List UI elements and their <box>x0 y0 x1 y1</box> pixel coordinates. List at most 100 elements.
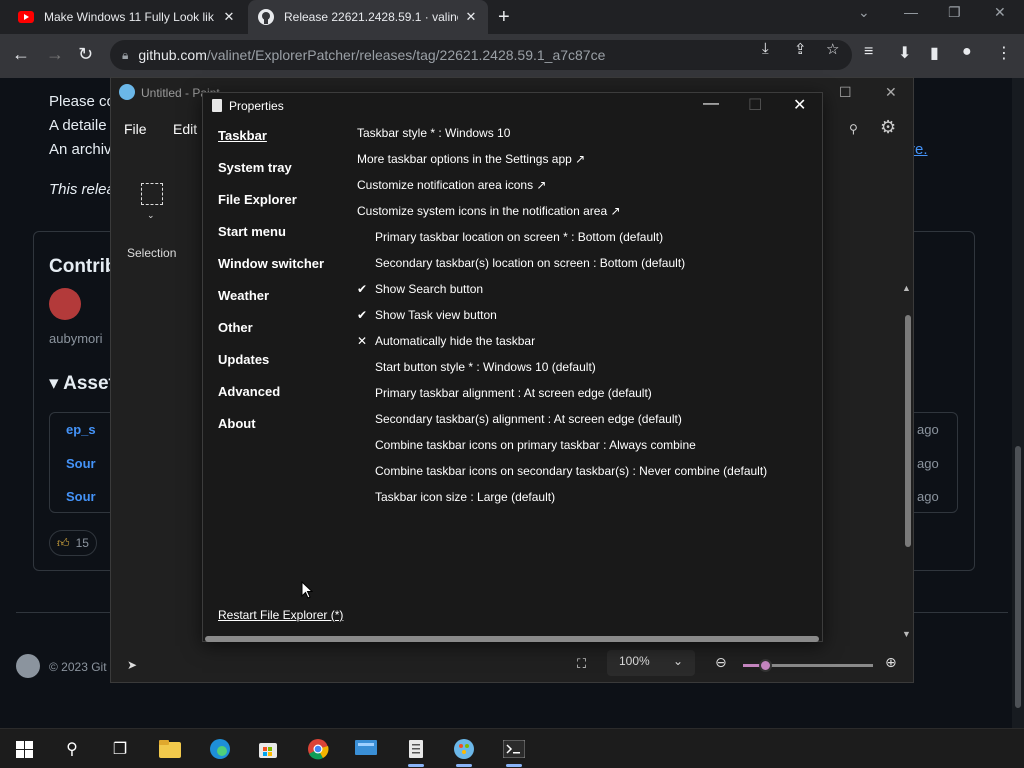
edge-browser-icon[interactable] <box>208 737 232 761</box>
option-combine-primary[interactable]: Combine taskbar icons on primary taskbar… <box>357 438 767 464</box>
selection-icon[interactable] <box>141 183 163 205</box>
restore-icon[interactable]: ❐ <box>948 4 961 21</box>
scroll-down-icon[interactable]: ▼ <box>902 629 911 639</box>
scrollbar-thumb[interactable] <box>905 315 911 547</box>
slider-knob[interactable] <box>759 659 772 672</box>
search-icon[interactable]: ⚲ <box>60 737 84 761</box>
sidebar-item-updates[interactable]: Updates <box>218 353 324 385</box>
option-notification-icons-link[interactable]: Customize notification area icons ↗ <box>357 178 767 204</box>
option-primary-alignment[interactable]: Primary taskbar alignment : At screen ed… <box>357 386 767 412</box>
zoom-level: 100% <box>619 654 650 668</box>
bookmark-star-icon[interactable]: ☆ <box>826 40 839 58</box>
zoom-slider[interactable] <box>743 659 873 672</box>
zoom-out-icon[interactable]: ⊖ <box>715 654 727 671</box>
new-tab-button[interactable]: + <box>498 6 510 29</box>
task-view-icon[interactable]: ❐ <box>108 737 132 761</box>
close-window-icon[interactable]: ✕ <box>994 4 1006 21</box>
terminal-icon[interactable] <box>502 737 526 767</box>
profile-icon[interactable]: ● <box>962 43 972 61</box>
paint-app-icon <box>119 84 135 100</box>
tab-close-icon[interactable]: ✕ <box>464 9 478 25</box>
sidebar-item-other[interactable]: Other <box>218 321 324 353</box>
account-icon[interactable]: ⚲ <box>849 122 858 136</box>
option-taskbar-style[interactable]: Taskbar style * : Windows 10 <box>357 126 767 152</box>
tab-github[interactable]: Release 22621.2428.59.1 · valine ✕ <box>248 0 488 34</box>
chevron-down-icon[interactable]: ⌄ <box>147 210 155 221</box>
github-icon <box>258 9 274 25</box>
sidebar-item-taskbar[interactable]: Taskbar <box>218 129 324 161</box>
maximize-icon[interactable]: ☐ <box>839 84 852 101</box>
option-secondary-alignment[interactable]: Secondary taskbar(s) alignment : At scre… <box>357 412 767 438</box>
back-arrow-icon[interactable]: ← <box>12 44 30 65</box>
contributor-name[interactable]: aubymori <box>49 331 102 346</box>
store-icon[interactable] <box>256 737 280 761</box>
option-label: Secondary taskbar(s) alignment : At scre… <box>375 412 682 426</box>
side-panel-icon[interactable]: ▮ <box>930 43 939 63</box>
asset-link[interactable]: Sour <box>66 456 96 471</box>
option-show-search[interactable]: ✔ Show Search button <box>357 282 767 308</box>
downloads-icon[interactable]: ⬇ <box>898 43 911 63</box>
tab-close-icon[interactable]: ✕ <box>222 9 236 25</box>
maximize-icon[interactable]: ☐ <box>748 95 762 115</box>
release-text-line: This relea <box>49 181 115 198</box>
option-combine-secondary[interactable]: Combine taskbar icons on secondary taskb… <box>357 464 767 490</box>
gear-icon[interactable]: ⚙ <box>880 117 896 138</box>
media-control-icon[interactable]: ≡ <box>864 43 873 61</box>
chevron-down-icon[interactable]: ⌄ <box>673 654 683 668</box>
option-label: Combine taskbar icons on secondary taskb… <box>375 464 768 478</box>
page-scrollbar[interactable] <box>1012 78 1024 728</box>
forward-arrow-icon[interactable]: → <box>46 44 64 65</box>
option-show-task-view[interactable]: ✔ Show Task view button <box>357 308 767 334</box>
assets-heading[interactable]: ▾ Asset <box>49 372 115 395</box>
asset-link[interactable]: ep_s <box>66 422 96 437</box>
sidebar-item-file-explorer[interactable]: File Explorer <box>218 193 324 225</box>
kebab-menu-icon[interactable]: ⋮ <box>996 43 1012 63</box>
option-auto-hide[interactable]: ✕ Automatically hide the taskbar <box>357 334 767 360</box>
option-settings-link[interactable]: More taskbar options in the Settings app… <box>357 152 767 178</box>
edit-menu[interactable]: Edit <box>173 121 197 137</box>
contributors-heading: Contrib <box>49 256 117 277</box>
option-system-icons-link[interactable]: Customize system icons in the notificati… <box>357 204 767 230</box>
install-app-icon[interactable]: ⤓ <box>762 40 769 57</box>
remote-desktop-icon[interactable] <box>354 737 378 761</box>
sidebar-item-start-menu[interactable]: Start menu <box>218 225 324 257</box>
zoom-in-icon[interactable]: ⊕ <box>885 654 897 671</box>
properties-app-icon[interactable] <box>404 737 428 767</box>
chrome-icon[interactable] <box>306 737 330 761</box>
paint-app-icon[interactable] <box>452 737 476 767</box>
scroll-up-icon[interactable]: ▲ <box>902 283 911 293</box>
sidebar-item-about[interactable]: About <box>218 417 324 449</box>
chevron-down-icon[interactable]: ⌄ <box>858 4 870 21</box>
minimize-icon[interactable]: — <box>703 95 719 113</box>
close-icon[interactable]: ✕ <box>885 84 897 101</box>
fit-screen-icon[interactable]: ⛶ <box>577 656 586 672</box>
sidebar: Taskbar System tray File Explorer Start … <box>218 129 324 449</box>
close-icon[interactable]: ✕ <box>793 95 806 115</box>
option-label: Primary taskbar alignment : At screen ed… <box>375 386 652 400</box>
sidebar-item-window-switcher[interactable]: Window switcher <box>218 257 324 289</box>
reload-icon[interactable]: ↻ <box>78 44 93 65</box>
scrollbar-thumb[interactable] <box>1015 446 1021 708</box>
minimize-icon[interactable]: — <box>904 4 918 20</box>
restart-explorer-link[interactable]: Restart File Explorer (*) <box>218 608 343 622</box>
horizontal-scrollbar[interactable] <box>205 636 819 642</box>
sidebar-item-weather[interactable]: Weather <box>218 289 324 321</box>
option-secondary-location[interactable]: Secondary taskbar(s) location on screen … <box>357 256 767 282</box>
reaction-button[interactable]: 👍︎ 15 <box>49 530 97 556</box>
option-primary-location[interactable]: Primary taskbar location on screen * : B… <box>357 230 767 256</box>
share-icon[interactable]: ⇪ <box>794 40 807 58</box>
github-logo-icon[interactable] <box>16 654 40 678</box>
url-text: github.com/valinet/ExplorerPatcher/relea… <box>138 47 606 63</box>
tab-youtube[interactable]: Make Windows 11 Fully Look lik ✕ <box>8 0 246 34</box>
dialog-scrollbar[interactable]: ▲ ▼ <box>902 283 914 639</box>
windows-start-icon[interactable] <box>12 737 36 761</box>
sidebar-item-system-tray[interactable]: System tray <box>218 161 324 193</box>
option-start-button-style[interactable]: Start button style * : Windows 10 (defau… <box>357 360 767 386</box>
avatar[interactable] <box>49 288 81 320</box>
file-explorer-icon[interactable] <box>158 737 182 761</box>
file-menu[interactable]: File <box>124 121 147 137</box>
option-icon-size[interactable]: Taskbar icon size : Large (default) <box>357 490 767 516</box>
address-bar[interactable]: 🔒︎ github.com/valinet/ExplorerPatcher/re… <box>110 40 852 70</box>
sidebar-item-advanced[interactable]: Advanced <box>218 385 324 417</box>
asset-link[interactable]: Sour <box>66 489 96 504</box>
